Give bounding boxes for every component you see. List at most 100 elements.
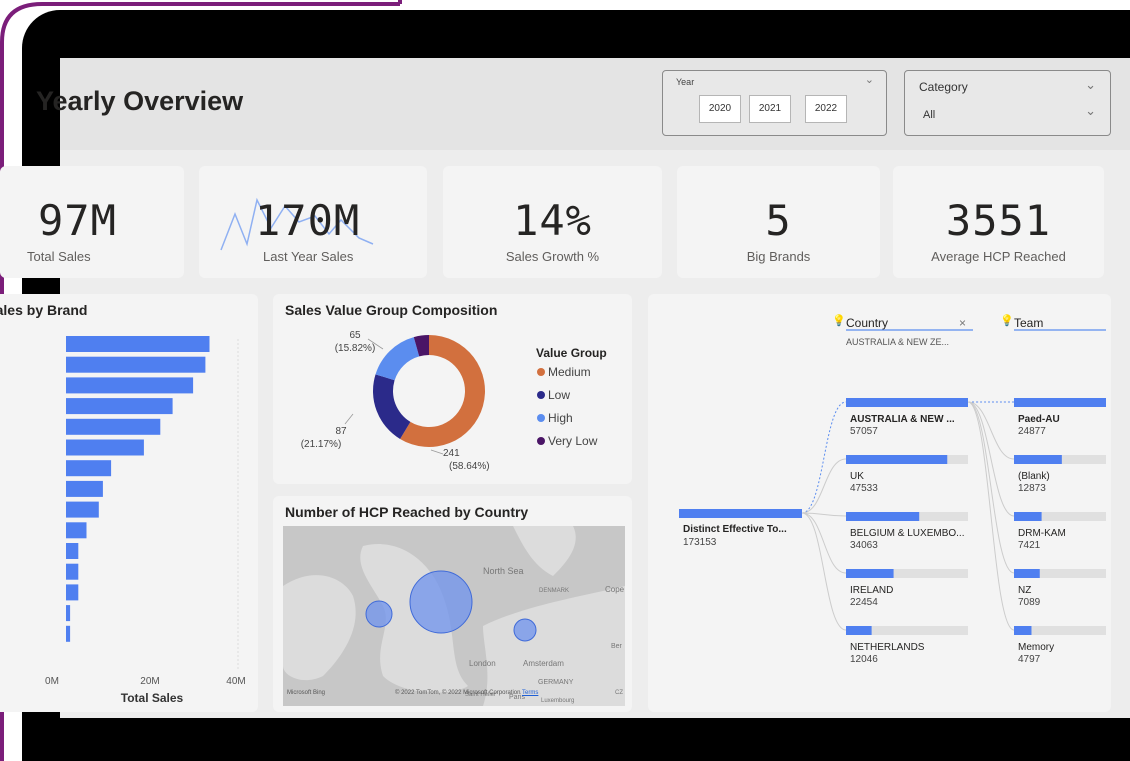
team-bar xyxy=(1014,512,1042,521)
chevron-down-icon[interactable]: ⌄ xyxy=(1085,77,1096,93)
team-value: 24877 xyxy=(1018,426,1046,437)
legend-marker xyxy=(537,437,545,445)
label-low-pct: (21.17%) xyxy=(301,439,342,450)
kpi-card-total-sales: 97M Total Sales xyxy=(0,166,184,278)
country-name: NETHERLANDS xyxy=(850,642,925,653)
donut-chart: 65 (15.82%) 87 (21.17%) 241 (58.64%) Val… xyxy=(301,330,607,472)
year-option-2021[interactable]: 2021 xyxy=(749,95,791,123)
map-copyright: © 2022 TomTom, © 2022 Microsoft Corporat… xyxy=(395,690,538,696)
connector xyxy=(967,401,1015,574)
kpi-value: 5 xyxy=(765,196,792,245)
country-value: 57057 xyxy=(850,426,878,437)
hcp-bubble-netherlands xyxy=(513,618,537,642)
map-copyright-text: © 2022 TomTom, © 2022 Microsoft Corporat… xyxy=(395,690,521,696)
brand-bar xyxy=(66,336,210,352)
chart-title: Number of HCP Reached by Country xyxy=(285,504,529,520)
chevron-down-icon[interactable]: ⌄ xyxy=(1085,103,1096,119)
country-name: UK xyxy=(850,471,864,482)
legend-item: Very Low xyxy=(548,434,598,448)
kpi-value: 14% xyxy=(513,196,592,245)
decomposition-tree-card: 💡 Country × AUSTRALIA & NEW ZE... 💡 Team… xyxy=(648,294,1111,712)
country-bar xyxy=(846,398,968,407)
team-value: 12873 xyxy=(1018,483,1046,494)
root-bar xyxy=(679,509,802,518)
donut-slice xyxy=(373,374,411,439)
legend-marker xyxy=(537,414,545,422)
brand-bar-chart: 0M 20M 40M Total Sales xyxy=(45,336,246,705)
team-value: 4797 xyxy=(1018,654,1041,665)
country-bar xyxy=(846,626,872,635)
kpi-card-big-brands: 5 Big Brands xyxy=(677,166,880,278)
team-header: Team xyxy=(1014,316,1043,330)
brand-bar xyxy=(66,625,71,642)
kpi-card-last-year-sales: 170M Last Year Sales xyxy=(199,166,427,278)
label-medium-value: 241 xyxy=(443,448,460,459)
category-value[interactable]: All xyxy=(923,109,935,121)
label-high-value: 65 xyxy=(349,330,361,341)
team-name: Memory xyxy=(1018,642,1054,653)
brand-bar xyxy=(66,439,144,456)
map-label-germany: GERMANY xyxy=(538,679,574,686)
map-label-denmark: DENMARK xyxy=(539,588,569,594)
brand-bar xyxy=(66,584,79,601)
map-label-cz: CZ xyxy=(615,690,623,696)
map[interactable]: North Sea DENMARK Cope London Amsterdam … xyxy=(283,526,625,706)
leader-line xyxy=(344,413,354,425)
map-terms-link[interactable]: Terms xyxy=(522,690,538,696)
brand-bar xyxy=(66,522,87,539)
year-slicer[interactable]: Year ⌄ 2020 2021 2022 xyxy=(662,70,887,136)
kpi-label: Big Brands xyxy=(746,249,811,264)
map-label-london: London xyxy=(469,659,496,668)
category-slicer-label: Category xyxy=(919,80,968,94)
kpi-value: 97M xyxy=(38,196,117,245)
country-bar xyxy=(846,569,894,578)
legend-item: High xyxy=(548,411,573,425)
team-bar xyxy=(1014,398,1106,407)
kpi-label: Average HCP Reached xyxy=(931,249,1066,264)
category-slicer[interactable]: Category ⌄ All ⌄ xyxy=(904,70,1111,136)
close-icon: × xyxy=(959,316,966,330)
brand-bar xyxy=(66,501,99,518)
team-bar xyxy=(1014,455,1062,464)
connector xyxy=(801,458,847,514)
country-name: IRELAND xyxy=(850,585,893,596)
root-name: Distinct Effective To... xyxy=(683,524,787,535)
root-value: 173153 xyxy=(683,537,717,548)
label-low-value: 87 xyxy=(335,426,347,437)
label-medium-pct: (58.64%) xyxy=(449,461,490,472)
decomposition-tree[interactable]: 💡 Country × AUSTRALIA & NEW ZE... 💡 Team… xyxy=(648,294,1111,712)
kpi-value: 170M xyxy=(255,196,361,245)
hcp-bubble-ireland xyxy=(365,600,393,628)
hcp-bubble-uk xyxy=(409,570,473,634)
team-name: NZ xyxy=(1018,585,1031,596)
country-bar xyxy=(846,512,920,521)
country-value: 12046 xyxy=(850,654,878,665)
kpi-label: Last Year Sales xyxy=(263,249,354,264)
connector xyxy=(967,401,1015,517)
lightbulb-icon: 💡 xyxy=(1000,314,1014,327)
country-filter: AUSTRALIA & NEW ZE... xyxy=(846,337,949,347)
kpi-label: Sales Growth % xyxy=(505,249,600,264)
team-value: 7421 xyxy=(1018,540,1041,551)
brand-bar xyxy=(66,377,194,394)
map-label-ber: Ber xyxy=(611,643,623,650)
country-value: 34063 xyxy=(850,540,878,551)
chevron-down-icon[interactable]: ⌄ xyxy=(865,73,874,86)
x-axis-label: Total Sales xyxy=(121,691,184,705)
kpi-value: 3551 xyxy=(945,196,1052,245)
year-option-2022[interactable]: 2022 xyxy=(805,95,847,123)
team-bar xyxy=(1014,569,1040,578)
brand-bar xyxy=(66,460,112,477)
brand-bar xyxy=(66,356,206,373)
legend-marker xyxy=(537,368,545,376)
legend-item: Low xyxy=(548,388,570,402)
team-name: (Blank) xyxy=(1018,471,1050,482)
brand-bar xyxy=(66,480,103,497)
country-header: Country xyxy=(846,316,888,330)
country-value: 47533 xyxy=(850,483,878,494)
connector xyxy=(801,401,847,514)
donut-slice xyxy=(375,337,420,381)
brand-bar xyxy=(66,543,79,559)
year-option-2020[interactable]: 2020 xyxy=(699,95,741,123)
map-label-north-sea: North Sea xyxy=(483,566,524,576)
